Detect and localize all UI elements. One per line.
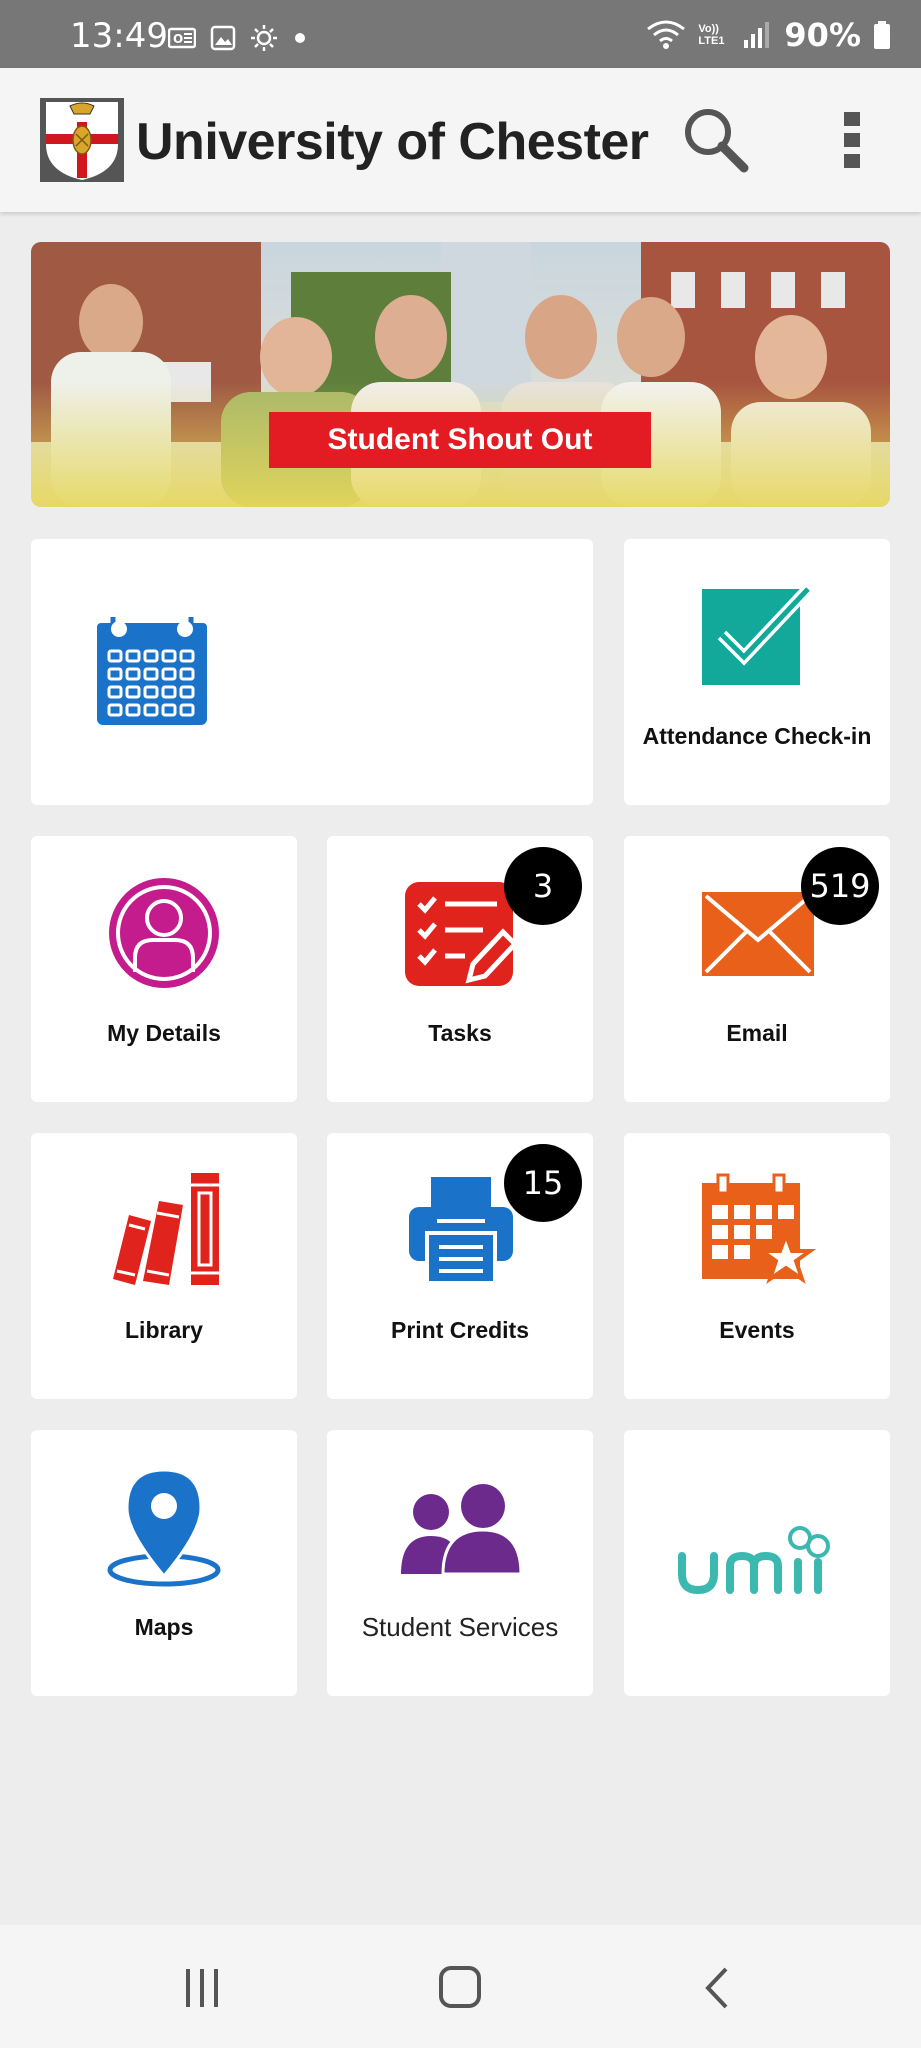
dot-icon xyxy=(295,33,305,43)
tile-label: Maps xyxy=(134,1614,194,1640)
tile-label: Email xyxy=(726,1020,788,1046)
tile-label: Tasks xyxy=(428,1020,492,1046)
outlook-icon: O xyxy=(168,27,196,49)
tile-label: Events xyxy=(719,1317,795,1343)
wifi-icon xyxy=(647,20,686,49)
sun-icon xyxy=(251,25,277,51)
tile-label: Print Credits xyxy=(390,1317,530,1343)
envelope-icon xyxy=(702,892,814,976)
print-credits-badge: 15 xyxy=(504,1144,582,1222)
tile-library[interactable]: Library xyxy=(31,1133,297,1399)
university-crest-logo xyxy=(40,98,124,182)
person-icon xyxy=(109,878,219,988)
home-icon[interactable] xyxy=(430,1963,490,2013)
checkbox-icon xyxy=(702,584,813,685)
calendar-icon xyxy=(97,617,207,725)
network-label: Vo)) LTE1 xyxy=(698,23,725,47)
checklist-icon xyxy=(405,882,519,986)
printer-icon xyxy=(409,1177,513,1285)
status-time: 13:49 xyxy=(70,16,168,56)
books-icon xyxy=(113,1173,219,1285)
tasks-badge: 3 xyxy=(504,847,582,925)
tile-attendance[interactable]: Attendance Check-in xyxy=(624,539,890,805)
battery-icon xyxy=(874,21,890,49)
tile-label: Student Services xyxy=(361,1612,559,1642)
tile-label: Library xyxy=(125,1317,203,1343)
tile-maps[interactable]: Maps xyxy=(31,1430,297,1696)
notification-icons: O xyxy=(168,24,308,52)
svg-text:O: O xyxy=(173,32,183,46)
signal-icon xyxy=(744,22,770,48)
back-icon[interactable] xyxy=(688,1963,748,2013)
tile-print-credits[interactable]: Print Credits 15 xyxy=(327,1133,593,1399)
tile-my-details[interactable]: My Details xyxy=(31,836,297,1102)
event-calendar-icon xyxy=(702,1173,816,1285)
people-icon xyxy=(401,1484,523,1576)
map-pin-icon xyxy=(107,1468,221,1587)
tile-label: My Details xyxy=(107,1020,221,1046)
tile-umii[interactable] xyxy=(624,1430,890,1696)
tile-label: Attendance Check-in xyxy=(642,723,872,749)
system-nav-bar xyxy=(0,1925,921,2048)
tile-student-services[interactable]: Student Services xyxy=(327,1430,593,1696)
banner-label: Student Shout Out xyxy=(269,412,651,468)
student-shout-out-banner[interactable]: Student Shout Out xyxy=(31,242,890,507)
gallery-icon xyxy=(210,25,236,51)
tile-events[interactable]: Events xyxy=(624,1133,890,1399)
recents-icon[interactable] xyxy=(172,1963,232,2013)
tile-email[interactable]: Email 519 xyxy=(624,836,890,1102)
battery-percent: 90% xyxy=(784,16,861,54)
overflow-menu-button[interactable] xyxy=(828,104,876,176)
app-title: University of Chester xyxy=(136,113,649,171)
search-button[interactable] xyxy=(680,104,752,176)
email-badge: 519 xyxy=(801,847,879,925)
umii-logo xyxy=(678,1526,830,1595)
app-bar: University of Chester xyxy=(0,68,921,212)
system-icons: Vo)) LTE1 90% xyxy=(646,16,891,54)
tile-calendar[interactable] xyxy=(31,539,593,805)
tile-tasks[interactable]: Tasks 3 xyxy=(327,836,593,1102)
status-bar: 13:49 O Vo)) LTE1 90% xyxy=(0,0,921,68)
